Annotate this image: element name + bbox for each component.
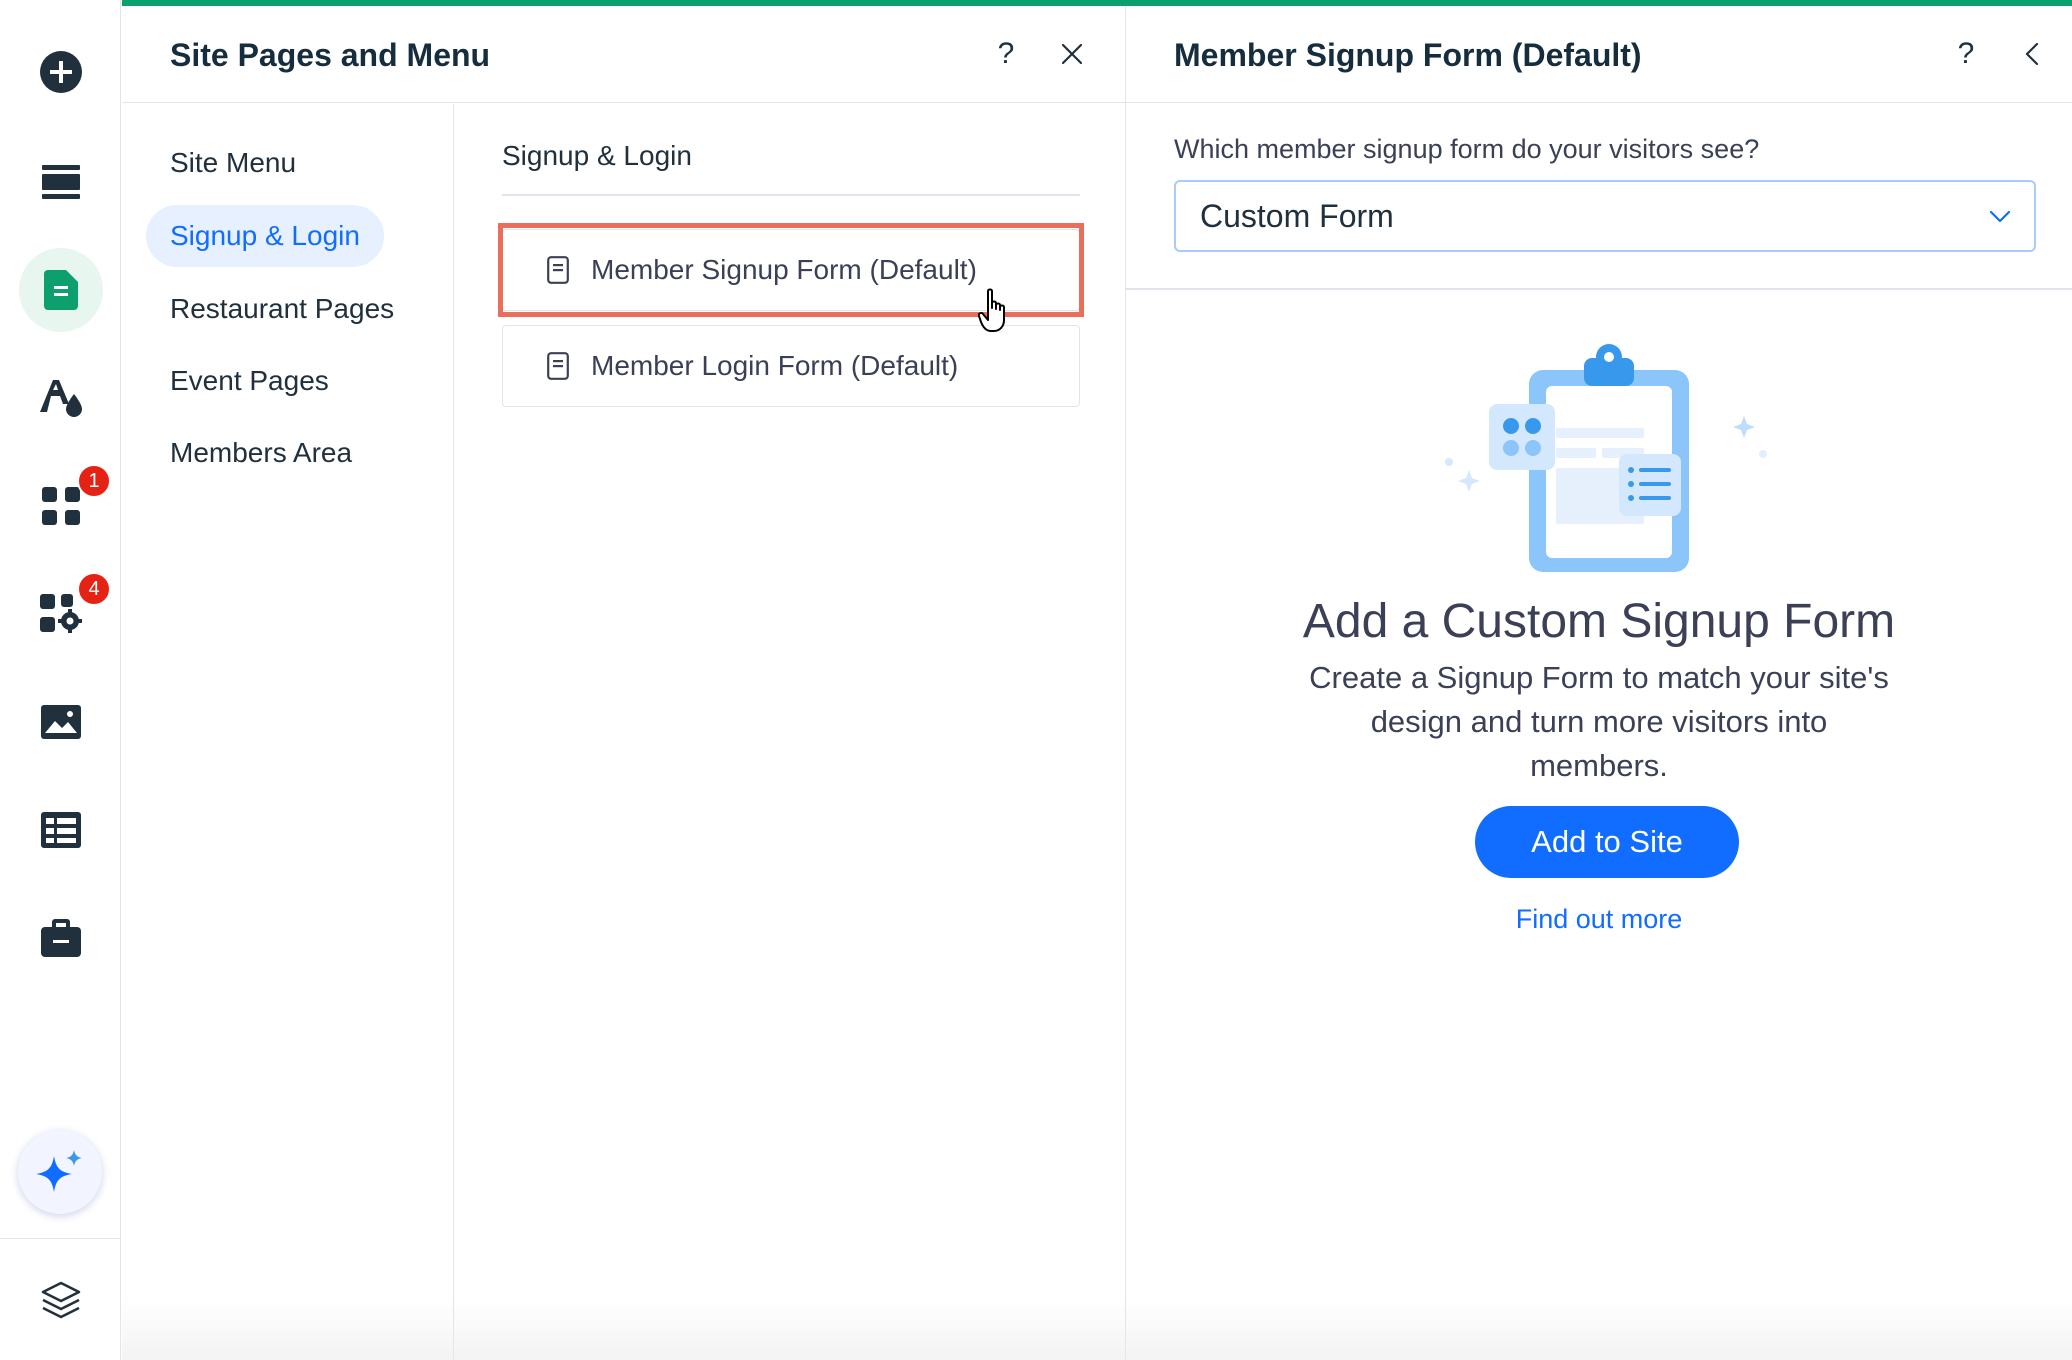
pages-nav: Site Menu Signup & Login Restaurant Page… [122, 104, 454, 1360]
nav-item-event-pages[interactable]: Event Pages [146, 350, 353, 412]
add-to-site-button[interactable]: Add to Site [1475, 806, 1739, 878]
find-out-more-link-text[interactable]: Find out more [1516, 904, 1683, 934]
panel-title: Site Pages and Menu [170, 37, 491, 73]
section-divider [502, 194, 1080, 196]
sections-icon [42, 165, 80, 199]
signup-help-button[interactable]: ? [1948, 36, 1984, 72]
chevron-down-icon [1989, 210, 2011, 223]
help-button[interactable]: ? [988, 36, 1024, 72]
signup-form-dropdown[interactable]: Custom Form [1174, 180, 2036, 252]
layers-button[interactable] [19, 1258, 103, 1342]
media-button[interactable] [19, 680, 103, 764]
empty-state-description: Create a Signup Form to match your site'… [1309, 660, 1889, 783]
cms-icon [41, 812, 81, 848]
dropdown-value: Custom Form [1200, 197, 1394, 234]
nav-item-restaurant-pages[interactable]: Restaurant Pages [146, 278, 418, 340]
layers-icon [41, 1281, 81, 1319]
chevron-left-icon [2025, 42, 2039, 66]
page-item-label: Member Login Form (Default) [591, 350, 959, 381]
apps-badge: 1 [77, 464, 111, 498]
panel-divider [1126, 288, 2072, 290]
help-icon: ? [1957, 37, 1975, 70]
apps-icon [42, 487, 80, 525]
find-out-more-link: Find out more [1126, 904, 2072, 935]
close-button[interactable] [1054, 36, 1090, 72]
clipboard-illustration [1445, 344, 1767, 572]
sections-button[interactable] [19, 140, 103, 224]
site-design-icon [40, 380, 82, 417]
add-icon [40, 51, 82, 93]
cms-button[interactable] [19, 788, 103, 872]
rail-divider [0, 1238, 121, 1239]
section-heading: Signup & Login [502, 140, 692, 171]
signup-form-header: Member Signup Form (Default) ? [1126, 6, 2072, 103]
site-design-button[interactable] [19, 356, 103, 440]
close-icon [1061, 43, 1083, 65]
portfolio-button[interactable] [19, 896, 103, 980]
signup-form-title: Member Signup Form (Default) [1174, 37, 1642, 73]
signup-form-panel: Member Signup Form (Default) ? Which mem… [1125, 6, 2072, 1360]
ai-sparkle-icon [36, 1150, 82, 1192]
help-icon: ? [997, 37, 1015, 70]
page-item-member-login-form[interactable]: Member Login Form (Default) [502, 325, 1080, 407]
business-apps-badge: 4 [77, 572, 111, 606]
left-toolbar: 1 4 [0, 0, 121, 1360]
hand-cursor-icon [978, 288, 1005, 332]
site-pages-panel: Site Pages and Menu ? Site Menu Signup &… [122, 6, 1125, 1360]
nav-item-site-menu[interactable]: Site Menu [146, 132, 320, 194]
pages-button[interactable] [19, 248, 103, 332]
business-apps-icon [40, 594, 82, 633]
portfolio-icon [41, 919, 81, 957]
form-choice-question: Which member signup form do your visitor… [1174, 134, 1760, 164]
apps-button[interactable]: 1 [19, 464, 111, 548]
add-elements-button[interactable] [19, 30, 103, 114]
ai-assistant-button[interactable] [18, 1130, 102, 1214]
pages-icon [44, 270, 78, 310]
media-icon [41, 705, 81, 739]
business-apps-button[interactable]: 4 [19, 572, 111, 656]
empty-state-title: Add a Custom Signup Form [1302, 595, 1896, 648]
site-pages-header: Site Pages and Menu ? [122, 6, 1125, 103]
nav-item-members-area[interactable]: Members Area [146, 422, 376, 484]
nav-item-signup-login[interactable]: Signup & Login [146, 205, 384, 267]
page-icon [547, 352, 569, 380]
back-button[interactable] [2014, 36, 2050, 72]
